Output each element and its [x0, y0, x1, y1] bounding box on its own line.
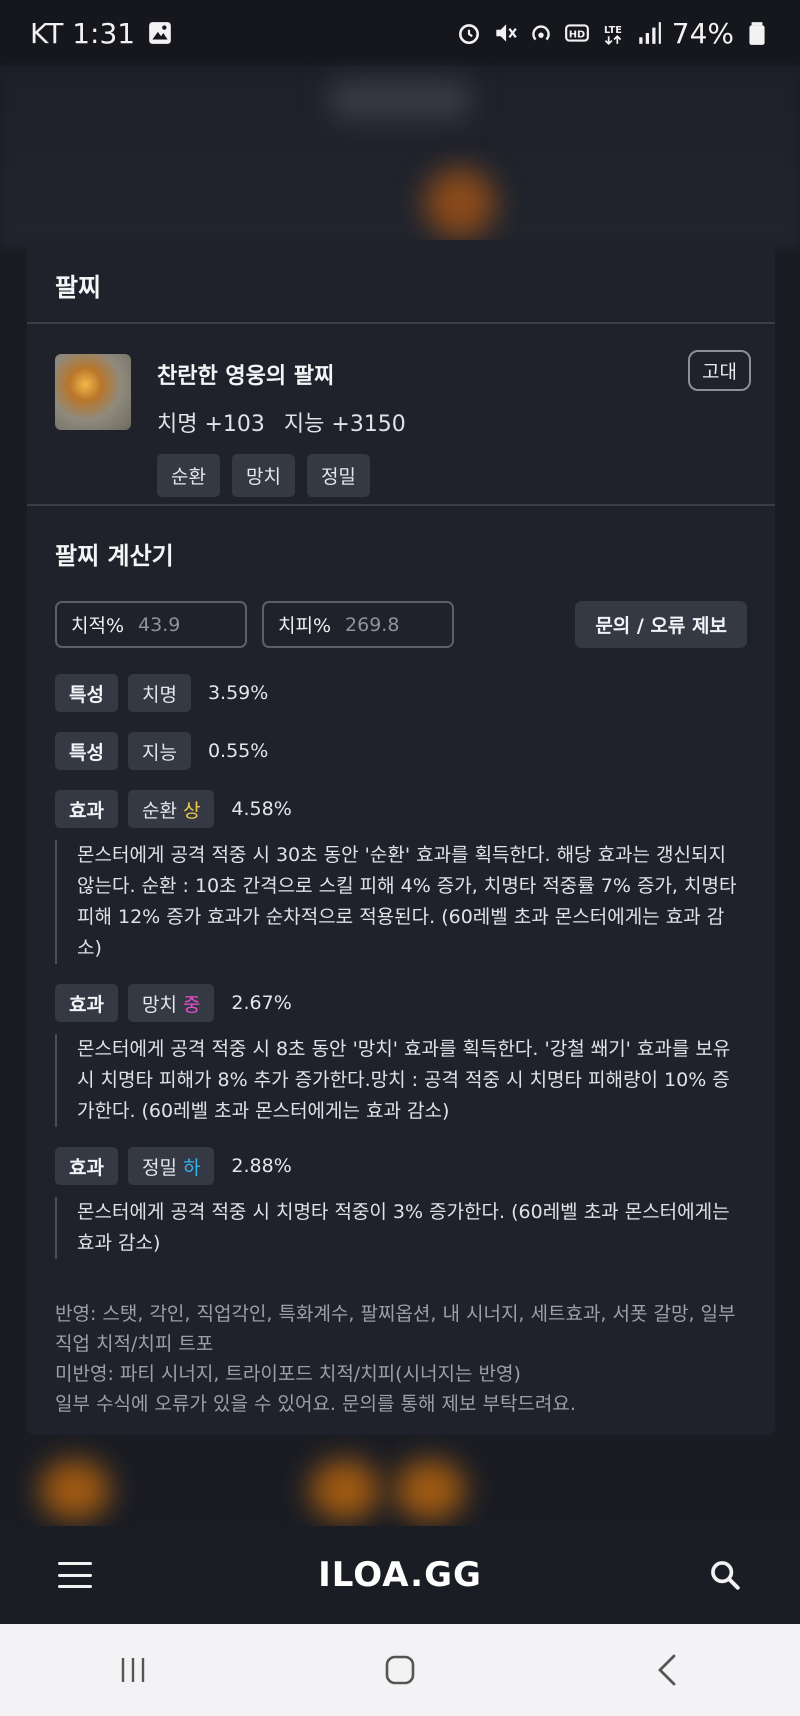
svg-text:LTE: LTE [604, 25, 622, 36]
option-type: 효과 [55, 984, 118, 1022]
blurred-item-1 [40, 1460, 110, 1520]
bracelet-item: 찬란한 영웅의 팔찌 치명 +103 지능 +3150 순환 망치 정밀 고대 [27, 324, 775, 506]
option-value: 2.88% [231, 1155, 292, 1177]
crit-rate-label: 치적% [71, 615, 125, 637]
stat-int: 지능 +3150 [283, 412, 406, 437]
crit-damage-label: 치피% [278, 615, 332, 637]
modal-title: 팔찌 [27, 240, 775, 324]
grade-badge: 고대 [688, 350, 751, 391]
battery-icon [749, 22, 765, 45]
option-name-precision: 정밀 하 [127, 1147, 215, 1185]
option-type: 특성 [55, 674, 118, 712]
option-row: 특성 지능 0.55% [55, 732, 747, 770]
hd-icon: HD [564, 24, 589, 42]
bracelet-name: 찬란한 영웅의 팔찌 [157, 364, 335, 389]
footnote-disclaimer: 일부 수식에 오류가 있을 수 있어요. 문의를 통해 제보 부탁드려요. [55, 1393, 576, 1415]
bracelet-calculator: 팔찌 계산기 치적% 43.9 치피% 269.8 문의 / 오류 제보 특성 … [27, 506, 775, 1259]
footnote-not-applied: 미반영: 파티 시너지, 트라이포드 치적/치피(시너지는 반영) [55, 1363, 521, 1385]
calculator-footnote: 반영: 스탯, 각인, 직업각인, 특화계수, 팔찌옵션, 내 시너지, 세트효… [27, 1259, 775, 1419]
mute-icon [496, 24, 517, 42]
lte-icon: LTE [604, 25, 622, 46]
option-level-mid: 중 [182, 993, 201, 1016]
crit-damage-value[interactable]: 269.8 [345, 614, 399, 636]
blurred-title [330, 82, 470, 118]
menu-icon[interactable] [58, 1562, 92, 1588]
option-name: 망치 [141, 993, 177, 1016]
option-row: 효과 정밀 하 2.88% [55, 1147, 747, 1185]
bracelet-modal: 팔찌 찬란한 영웅의 팔찌 치명 +103 지능 +3150 순환 망치 정밀 … [27, 240, 775, 1435]
system-navigation-bar [0, 1624, 800, 1716]
option-value: 2.67% [231, 992, 292, 1014]
app-bottom-bar: ILOA.GG [0, 1526, 800, 1624]
battery-percent: 74% [671, 16, 734, 50]
alarm-icon [458, 24, 479, 45]
site-logo[interactable]: ILOA.GG [318, 1555, 482, 1595]
crit-rate-value[interactable]: 43.9 [138, 614, 180, 636]
option-row: 특성 치명 3.59% [55, 674, 747, 712]
hotspot-icon [532, 25, 550, 41]
crit-rate-field[interactable]: 치적% 43.9 [55, 601, 247, 648]
svg-text:HD: HD [569, 29, 585, 40]
option-value: 3.59% [207, 682, 269, 704]
recent-apps-icon[interactable] [103, 1650, 163, 1690]
carrier-time: KT 1:31 [30, 16, 136, 50]
option-type: 효과 [55, 1147, 118, 1185]
option-description: 몬스터에게 공격 적중 시 8초 동안 '망치' 효과를 획득한다. '강철 쐐… [55, 1034, 743, 1127]
option-level-high: 상 [182, 799, 201, 822]
option-description: 몬스터에게 공격 적중 시 30초 동안 '순환' 효과를 획득한다. 해당 효… [55, 840, 743, 964]
bracelet-info: 찬란한 영웅의 팔찌 치명 +103 지능 +3150 순환 망치 정밀 [157, 354, 406, 504]
bracelet-tags: 순환 망치 정밀 [157, 454, 406, 497]
option-row: 효과 망치 중 2.67% [55, 984, 747, 1022]
blurred-item-3 [395, 1460, 465, 1520]
back-icon[interactable] [637, 1650, 697, 1690]
stat-crit: 치명 +103 [157, 412, 265, 437]
bracelet-stats: 치명 +103 지능 +3150 [157, 406, 406, 438]
option-row: 효과 순환 상 4.58% [55, 790, 747, 828]
option-description: 몬스터에게 공격 적중 시 치명타 적중이 3% 증가한다. (60레벨 초과 … [55, 1197, 743, 1259]
option-name-cycle: 순환 상 [127, 790, 215, 828]
blurred-icon [425, 168, 495, 238]
option-level-low: 하 [182, 1156, 201, 1179]
status-bar: KT 1:31 HD LTE 74% [0, 0, 800, 66]
signal-icon [639, 22, 661, 44]
calculator-title: 팔찌 계산기 [55, 542, 174, 570]
option-name: 지능 [127, 732, 191, 770]
option-type: 효과 [55, 790, 118, 828]
option-value: 4.58% [231, 798, 292, 820]
option-type: 특성 [55, 732, 118, 770]
search-icon[interactable] [708, 1558, 742, 1592]
option-name: 치명 [127, 674, 191, 712]
tag-precision: 정밀 [306, 454, 370, 497]
option-name: 정밀 [141, 1156, 177, 1179]
tag-hammer: 망치 [231, 454, 295, 497]
footnote-applied: 반영: 스탯, 각인, 직업각인, 특화계수, 팔찌옵션, 내 시너지, 세트효… [55, 1303, 736, 1355]
crit-damage-field[interactable]: 치피% 269.8 [262, 601, 454, 648]
blurred-item-2 [310, 1460, 380, 1520]
tag-cycle: 순환 [157, 454, 220, 497]
option-name: 순환 [141, 799, 177, 822]
option-name-hammer: 망치 중 [127, 984, 215, 1022]
option-value: 0.55% [207, 740, 269, 762]
home-icon[interactable] [370, 1650, 430, 1690]
gallery-icon [149, 22, 171, 44]
report-button[interactable]: 문의 / 오류 제보 [575, 601, 747, 648]
calculator-inputs: 치적% 43.9 치피% 269.8 문의 / 오류 제보 [55, 601, 747, 648]
bracelet-thumbnail [55, 354, 131, 430]
